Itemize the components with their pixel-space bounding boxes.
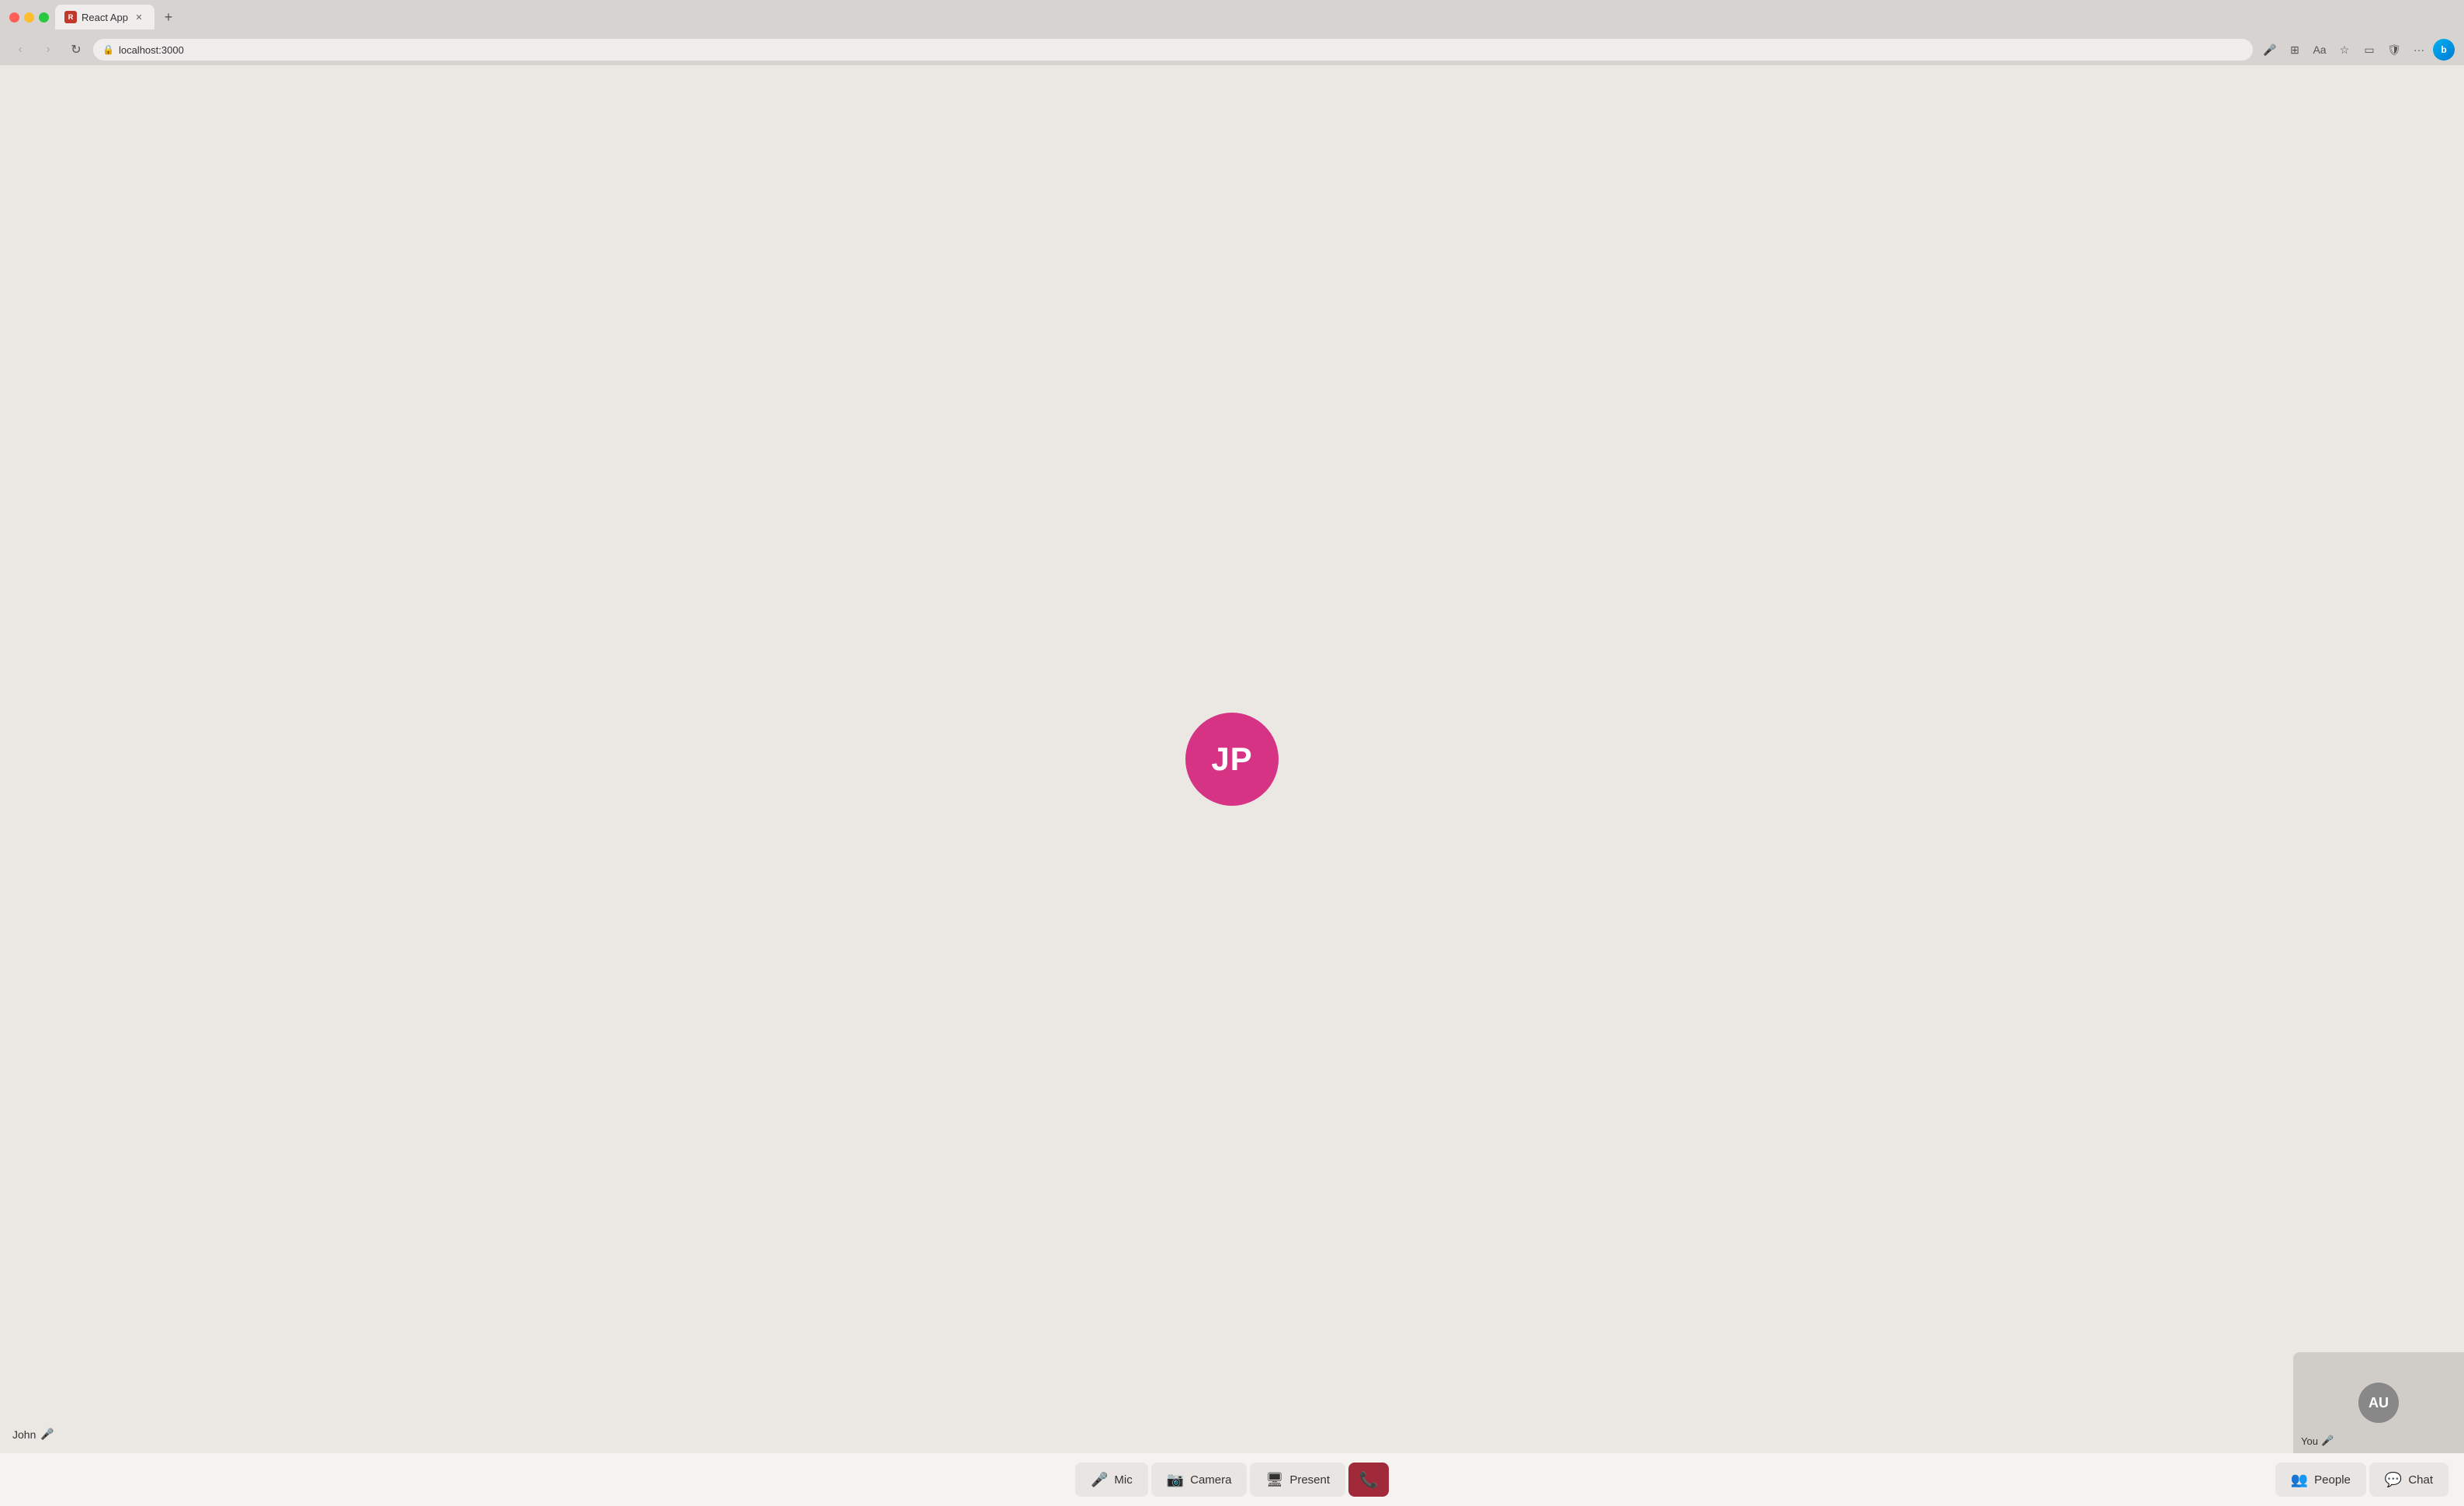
people-button[interactable]: 👥 People xyxy=(2275,1463,2366,1497)
lock-icon: 🔒 xyxy=(102,44,114,55)
chat-label: Chat xyxy=(2408,1473,2433,1487)
camera-label: Camera xyxy=(1190,1473,1231,1487)
camera-icon: 📷 xyxy=(1167,1472,1184,1488)
people-icon: 👥 xyxy=(2291,1472,2308,1488)
browser-chrome: R React App ✕ + xyxy=(0,0,2464,34)
traffic-lights xyxy=(9,12,49,23)
mic-toolbar-icon[interactable]: 🎤 xyxy=(2259,39,2281,61)
maximize-button[interactable] xyxy=(39,12,49,23)
address-bar[interactable]: 🔒 localhost:3000 xyxy=(93,39,2253,61)
refresh-button[interactable]: ↻ xyxy=(65,39,87,61)
end-call-button[interactable]: 📞 xyxy=(1348,1463,1389,1497)
you-label: You 🎤 xyxy=(2301,1435,2334,1447)
end-call-icon: 📞 xyxy=(1359,1470,1379,1490)
chat-button[interactable]: 💬 Chat xyxy=(2369,1463,2448,1497)
main-participant-avatar: JP xyxy=(1185,713,1279,806)
bing-copilot-icon[interactable]: b xyxy=(2433,39,2455,61)
main-participant: JP xyxy=(1185,713,1279,806)
more-options-icon[interactable]: ··· xyxy=(2408,39,2430,61)
split-view-icon[interactable]: ▭ xyxy=(2358,39,2380,61)
favorites-icon[interactable]: ☆ xyxy=(2334,39,2355,61)
john-mute-icon: 🎤 xyxy=(40,1428,54,1441)
self-view-tile: AU You 🎤 xyxy=(2293,1352,2464,1453)
mic-label: Mic xyxy=(1114,1473,1132,1487)
right-controls: 👥 People 💬 Chat xyxy=(2275,1463,2448,1497)
you-mute-icon: 🎤 xyxy=(2321,1435,2334,1447)
address-bar-row: ‹ › ↻ 🔒 localhost:3000 🎤 ⊞ Aa ☆ ▭ 🛡 ··· … xyxy=(0,34,2464,65)
tab-title: React App xyxy=(82,12,128,23)
minimize-button[interactable] xyxy=(24,12,34,23)
john-label: John 🎤 xyxy=(12,1428,54,1441)
john-name: John xyxy=(12,1428,36,1441)
collections-icon[interactable]: ⊞ xyxy=(2284,39,2306,61)
toolbar-icons: 🎤 ⊞ Aa ☆ ▭ 🛡 ··· b xyxy=(2259,39,2455,61)
mic-button[interactable]: 🎤 Mic xyxy=(1075,1463,1148,1497)
people-label: People xyxy=(2314,1473,2351,1487)
video-call-area: JP John 🎤 AU You 🎤 xyxy=(0,65,2464,1453)
close-button[interactable] xyxy=(9,12,19,23)
forward-button[interactable]: › xyxy=(37,39,59,61)
tab-close-button[interactable]: ✕ xyxy=(133,11,145,23)
you-text: You xyxy=(2301,1435,2318,1447)
control-bar: 🎤 Mic 📷 Camera 🖥 Present 📞 👥 People 💬 Ch… xyxy=(0,1453,2464,1506)
present-button[interactable]: 🖥 Present xyxy=(1250,1463,1345,1497)
active-tab[interactable]: R React App ✕ xyxy=(55,5,154,29)
address-url: localhost:3000 xyxy=(119,44,2244,56)
read-aloud-icon[interactable]: Aa xyxy=(2309,39,2330,61)
mic-icon: 🎤 xyxy=(1091,1472,1108,1488)
tab-bar: R React App ✕ + xyxy=(55,0,2455,34)
chat-icon: 💬 xyxy=(2385,1472,2402,1488)
new-tab-button[interactable]: + xyxy=(158,6,179,28)
camera-button[interactable]: 📷 Camera xyxy=(1151,1463,1248,1497)
tab-favicon: R xyxy=(64,11,77,23)
present-icon: 🖥 xyxy=(1265,1472,1283,1488)
back-button[interactable]: ‹ xyxy=(9,39,31,61)
self-avatar: AU xyxy=(2358,1383,2399,1423)
present-label: Present xyxy=(1289,1473,1330,1487)
browser-essentials-icon[interactable]: 🛡 xyxy=(2383,39,2405,61)
